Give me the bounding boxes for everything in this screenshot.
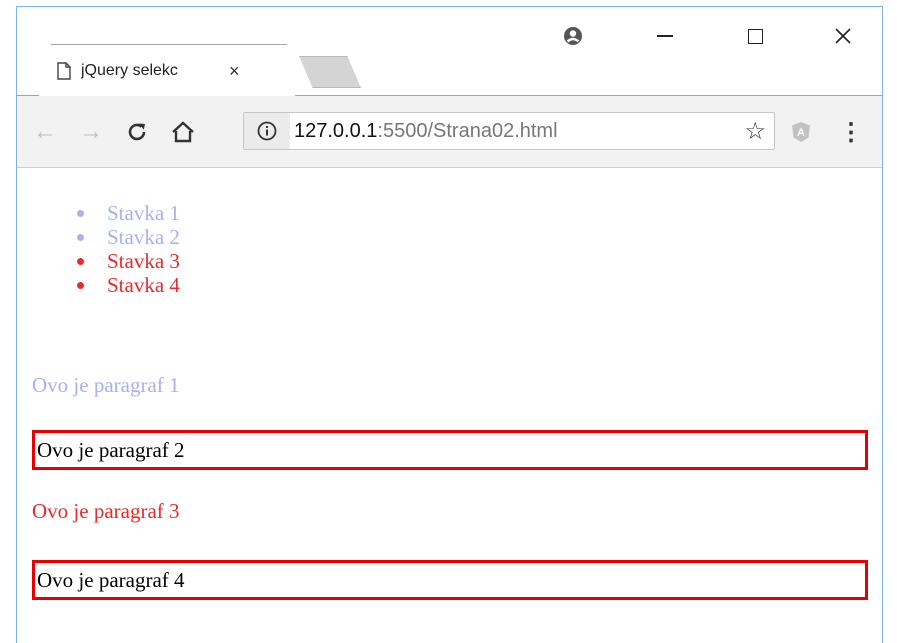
close-icon <box>835 28 851 44</box>
close-window-button[interactable] <box>823 21 863 51</box>
forward-button[interactable]: → <box>77 118 105 146</box>
arrow-right-icon: → <box>79 118 103 145</box>
info-icon <box>257 121 277 141</box>
page-content: Stavka 1 Stavka 2 Stavka 3 Stavka 4 Ovo je … <box>17 169 882 643</box>
title-bar: jQuery selekc × <box>17 7 882 96</box>
menu-dots-icon: ⋮ <box>839 118 863 146</box>
list-item: Stavka 2 <box>77 225 180 249</box>
list-item: Stavka 1 <box>77 201 180 225</box>
browser-menu-button[interactable]: ⋮ <box>837 118 865 146</box>
tab-close-icon[interactable]: × <box>229 61 240 82</box>
list-item: Stavka 4 <box>77 273 180 297</box>
bullet-icon <box>77 282 84 289</box>
back-button[interactable]: ← <box>31 118 59 146</box>
new-tab-button[interactable] <box>299 56 361 88</box>
url-host: 127.0.0.1 <box>294 120 378 142</box>
list-item-label: Stavka 4 <box>107 273 180 297</box>
address-bar[interactable]: 127.0.0.1:5500/Strana02.html ☆ <box>243 112 775 150</box>
minimize-icon <box>657 35 673 37</box>
angular-extension-button[interactable]: A <box>787 118 815 146</box>
list-item-label: Stavka 1 <box>107 201 180 225</box>
maximize-icon <box>747 28 763 44</box>
angular-extension-icon: A <box>792 122 810 142</box>
browser-tab[interactable]: jQuery selekc × <box>39 47 295 95</box>
bookmark-star-icon[interactable]: ☆ <box>744 117 766 146</box>
home-button[interactable] <box>169 118 197 146</box>
list-item: Stavka 3 <box>77 249 180 273</box>
url-text: 127.0.0.1:5500/Strana02.html <box>294 120 558 143</box>
browser-toolbar: ← → 127.0.0.1:5500/Strana02.html ☆ A ⋮ <box>17 96 882 168</box>
home-icon <box>172 121 194 143</box>
url-path: :5500/Strana02.html <box>377 120 558 142</box>
profile-icon[interactable] <box>553 21 593 51</box>
page-icon <box>57 62 71 80</box>
item-list: Stavka 1 Stavka 2 Stavka 3 Stavka 4 <box>77 201 180 297</box>
bullet-icon <box>77 210 84 217</box>
browser-window: jQuery selekc × ← → 127.0.0.1:5500/Stran… <box>16 6 883 643</box>
extension-letter: A <box>797 127 805 139</box>
list-item-label: Stavka 2 <box>107 225 180 249</box>
bullet-icon <box>77 258 84 265</box>
arrow-left-icon: ← <box>33 118 57 145</box>
site-info-button[interactable] <box>244 113 290 149</box>
boxed-paragraph: Ovo je paragraf 4 <box>32 560 868 600</box>
boxed-paragraph: Ovo je paragraf 2 <box>32 430 868 470</box>
paragraph: Ovo je paragraf 3 <box>32 499 180 523</box>
tab-title: jQuery selekc <box>81 62 178 79</box>
reload-icon <box>128 123 146 141</box>
maximize-button[interactable] <box>735 21 775 51</box>
minimize-button[interactable] <box>645 21 685 51</box>
list-item-label: Stavka 3 <box>107 249 180 273</box>
bullet-icon <box>77 234 84 241</box>
paragraph: Ovo je paragraf 1 <box>32 373 180 397</box>
account-circle-icon <box>564 27 582 45</box>
reload-button[interactable] <box>123 118 151 146</box>
